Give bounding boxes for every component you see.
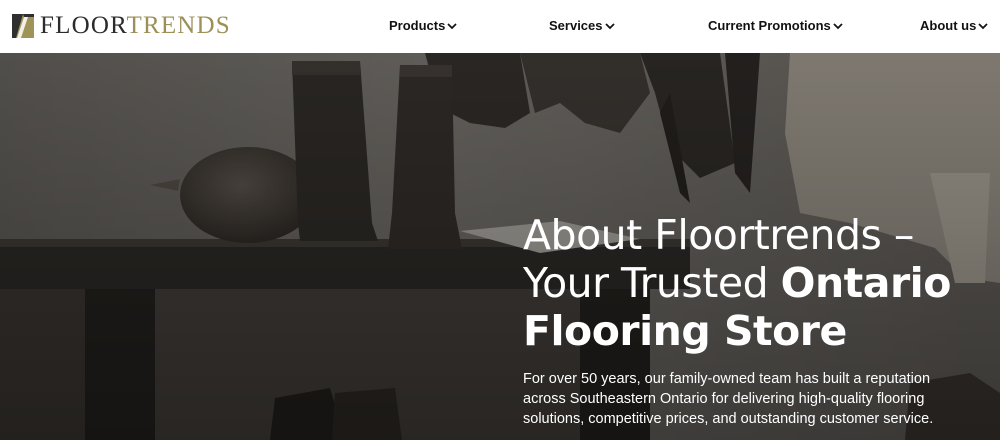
logo-text-trends: TRENDS xyxy=(126,12,231,39)
floortrends-logo-icon xyxy=(12,14,34,38)
nav-about-us[interactable]: About us xyxy=(920,18,988,33)
chevron-down-icon xyxy=(833,23,843,30)
nav-current-promotions-label: Current Promotions xyxy=(708,18,831,33)
hero-section: About Floortrends – Your Trusted Ontario… xyxy=(0,53,1000,440)
chevron-down-icon xyxy=(447,23,457,30)
logo-text-floor: FLOOR xyxy=(40,12,127,39)
hero-description: For over 50 years, our family-owned team… xyxy=(523,371,934,427)
nav-products[interactable]: Products xyxy=(389,18,457,33)
logo-text: FLOORTRENDS xyxy=(40,12,231,39)
site-header: FLOORTRENDS Products Services Current Pr… xyxy=(0,0,1000,53)
logo[interactable]: FLOORTRENDS xyxy=(12,12,231,39)
nav-services-label: Services xyxy=(549,18,603,33)
hero-title: About Floortrends – Your Trusted Ontario… xyxy=(523,211,993,355)
chevron-down-icon xyxy=(978,23,988,30)
nav-about-us-label: About us xyxy=(920,18,977,33)
nav-products-label: Products xyxy=(389,18,446,33)
nav-services[interactable]: Services xyxy=(549,18,615,33)
nav-current-promotions[interactable]: Current Promotions xyxy=(708,18,843,33)
chevron-down-icon xyxy=(604,23,615,30)
